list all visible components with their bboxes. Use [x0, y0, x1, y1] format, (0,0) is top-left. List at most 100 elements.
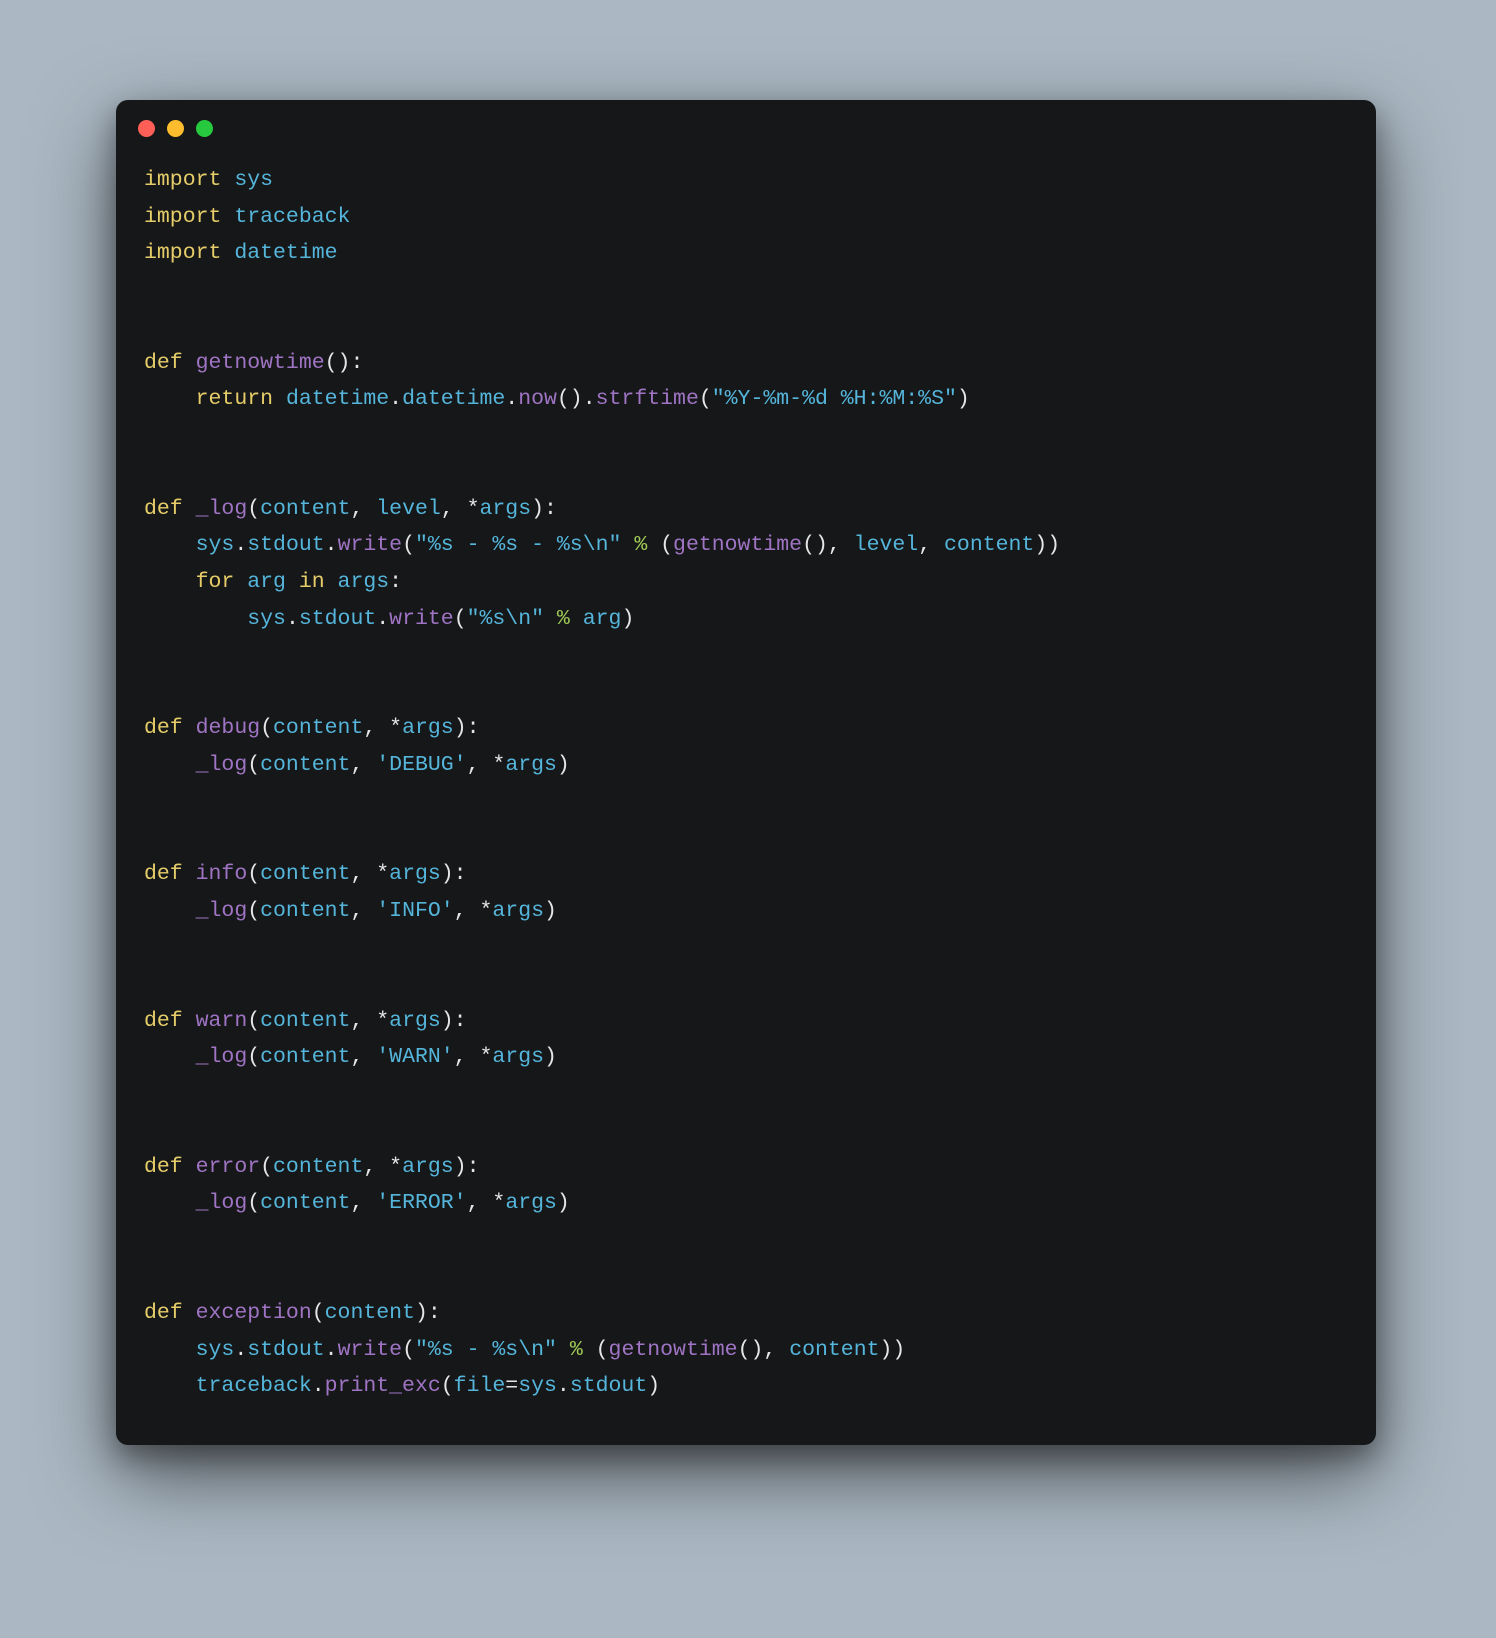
code-token — [557, 1338, 570, 1362]
code-token: getnowtime — [609, 1338, 738, 1362]
code-token: _log — [196, 497, 248, 521]
code-token: warn — [196, 1009, 248, 1033]
code-token: ( — [247, 1009, 260, 1033]
code-token: . — [234, 1338, 247, 1362]
code-token: debug — [196, 716, 261, 740]
code-token: write — [389, 607, 454, 631]
code-token: args — [402, 1155, 454, 1179]
code-token: args — [492, 899, 544, 923]
code-token: content — [260, 1045, 350, 1069]
code-token: print_exc — [325, 1374, 441, 1398]
minimize-icon[interactable] — [167, 120, 184, 137]
code-token: * — [467, 497, 480, 521]
code-token: , — [363, 1155, 389, 1179]
code-token: traceback — [196, 1374, 312, 1398]
code-token: * — [480, 899, 493, 923]
code-token: , — [350, 1191, 376, 1215]
code-token: args — [480, 497, 532, 521]
code-token: ( — [247, 862, 260, 886]
code-token: args — [402, 716, 454, 740]
code-token: ( — [647, 533, 673, 557]
code-token: content — [273, 716, 363, 740]
code-token: ( — [247, 1191, 260, 1215]
code-token: for — [196, 570, 248, 594]
code-token: 'INFO' — [376, 899, 453, 923]
code-token: ( — [699, 387, 712, 411]
code-token: , — [350, 862, 376, 886]
code-token: def — [144, 497, 196, 521]
code-token: getnowtime — [196, 351, 325, 375]
code-token: arg — [583, 607, 622, 631]
code-token: level — [376, 497, 441, 521]
code-token: _log — [196, 753, 248, 777]
code-token: now — [518, 387, 557, 411]
code-token: , — [918, 533, 944, 557]
code-token: * — [389, 1155, 402, 1179]
code-token: ): — [441, 1009, 467, 1033]
code-token: _log — [196, 899, 248, 923]
window-titlebar — [116, 100, 1376, 156]
code-token: content — [273, 1155, 363, 1179]
code-token — [144, 1045, 196, 1069]
code-token: * — [389, 716, 402, 740]
code-token: )) — [880, 1338, 906, 1362]
code-token: error — [196, 1155, 261, 1179]
code-token: strftime — [596, 387, 699, 411]
code-token: _log — [196, 1045, 248, 1069]
code-token: (), — [738, 1338, 790, 1362]
code-token: , — [350, 1009, 376, 1033]
code-token: sys — [518, 1374, 557, 1398]
code-token: args — [505, 753, 557, 777]
code-token: datetime — [402, 387, 505, 411]
code-token: , — [350, 899, 376, 923]
code-token: _log — [196, 1191, 248, 1215]
code-token: ( — [260, 1155, 273, 1179]
code-token: , — [350, 753, 376, 777]
code-token: . — [325, 1338, 338, 1362]
code-token: content — [260, 899, 350, 923]
code-token: . — [557, 1374, 570, 1398]
code-token: . — [234, 533, 247, 557]
code-token: ( — [402, 1338, 415, 1362]
code-token: stdout — [247, 1338, 324, 1362]
code-token: 'WARN' — [376, 1045, 453, 1069]
code-token: args — [338, 570, 390, 594]
code-token: ( — [247, 1045, 260, 1069]
code-token: ): — [441, 862, 467, 886]
code-token — [144, 1338, 196, 1362]
code-token: , — [441, 497, 467, 521]
code-token: 'DEBUG' — [376, 753, 466, 777]
code-token: * — [376, 1009, 389, 1033]
code-token: % — [570, 1338, 583, 1362]
code-token: ( — [312, 1301, 325, 1325]
code-token: import — [144, 241, 234, 265]
code-token: def — [144, 1301, 196, 1325]
code-token: import — [144, 205, 234, 229]
code-token: content — [944, 533, 1034, 557]
code-token: 'ERROR' — [376, 1191, 466, 1215]
code-token: content — [260, 862, 350, 886]
code-token: ): — [415, 1301, 441, 1325]
code-token: , — [467, 753, 493, 777]
code-token: "%Y-%m-%d %H:%M:%S" — [712, 387, 957, 411]
code-token: sys — [234, 168, 273, 192]
code-token: file — [454, 1374, 506, 1398]
code-token: arg — [247, 570, 286, 594]
code-token: ( — [402, 533, 415, 557]
code-token: stdout — [247, 533, 324, 557]
maximize-icon[interactable] — [196, 120, 213, 137]
close-icon[interactable] — [138, 120, 155, 137]
code-token: in — [286, 570, 338, 594]
code-token: info — [196, 862, 248, 886]
code-token: ) — [557, 1191, 570, 1215]
code-token: stdout — [299, 607, 376, 631]
code-token: . — [505, 387, 518, 411]
code-token: def — [144, 1009, 196, 1033]
code-token: def — [144, 862, 196, 886]
code-token: exception — [196, 1301, 312, 1325]
code-token: content — [260, 1009, 350, 1033]
code-token: write — [338, 533, 403, 557]
code-token: , — [350, 497, 376, 521]
code-token: : — [389, 570, 402, 594]
code-token: % — [557, 607, 570, 631]
